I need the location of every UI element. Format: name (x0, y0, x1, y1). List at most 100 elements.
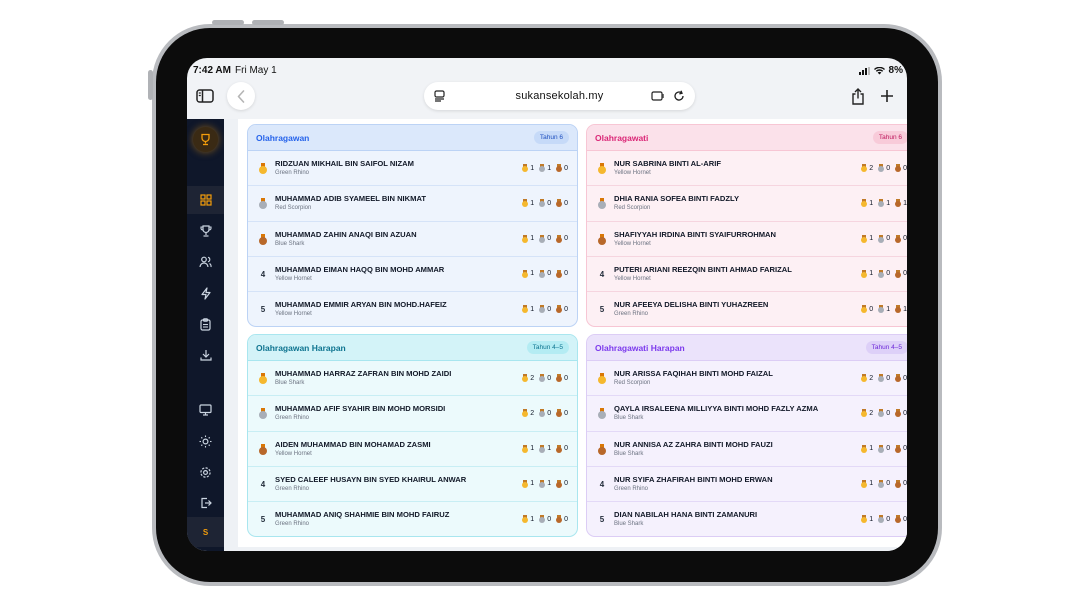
reload-icon[interactable] (673, 90, 685, 102)
gold-medal-icon (522, 515, 529, 524)
athlete-row[interactable]: RIDZUAN MIKHAIL BIN SAIFOL NIZAM Green Rh… (248, 151, 577, 187)
athlete-row[interactable]: 5 DIAN NABILAH HANA BINTI ZAMANURI Blue Sh… (587, 502, 907, 536)
main-content: Olahragawan Tahun 6 RIDZUAN MIKHAIL BIN … (224, 119, 907, 551)
athlete-row[interactable]: MUHAMMAD ADIB SYAMEEL BIN NIKMAT Red Scor… (248, 186, 577, 222)
nav-settings[interactable] (187, 458, 224, 486)
card-title: Olahragawan Harapan (256, 343, 346, 353)
gold-count: 1 (530, 515, 535, 523)
medal-tally: 1 0 0 (522, 234, 571, 243)
athlete-row[interactable]: MUHAMMAD ZAHIN ANAQI BIN AZUAN Blue Shark… (248, 222, 577, 257)
silver-count: 0 (886, 515, 891, 523)
card-badge: Tahun 6 (533, 131, 569, 144)
gold-count: 1 (869, 235, 874, 243)
athlete-row[interactable]: NUR ARISSA FAQIHAH BINTI MOHD FAIZAL Red … (587, 361, 907, 397)
athlete-row[interactable]: 4 NUR SYIFA ZHAFIRAH BINTI MOHD ERWAN Gree… (587, 467, 907, 503)
bronze-medal-icon (556, 269, 563, 278)
medal-tally: 1 0 0 (861, 269, 907, 278)
silver-medal-icon (539, 234, 546, 243)
app-sidebar: S (187, 119, 224, 551)
athlete-row[interactable]: 5 MUHAMMAD EMMIR ARYAN BIN MOHD.HAFEIZ Yel… (248, 292, 577, 326)
bronze-medal-icon (556, 305, 563, 314)
leaderboard-panel: Olahragawan Tahun 6 RIDZUAN MIKHAIL BIN … (238, 119, 907, 547)
bronze-medal-icon (895, 269, 902, 278)
clipboard-icon (200, 317, 211, 331)
athlete-row[interactable]: 4 PUTERI ARIANI REEZQIN BINTI AHMAD FARIZ… (587, 257, 907, 293)
athlete-row[interactable]: NUR SABRINA BINTI AL-ARIF Yellow Hornet 2 0… (587, 151, 907, 187)
athlete-row[interactable]: 4 SYED CALEEF HUSAYN BIN SYED KHAIRUL ANW… (248, 467, 577, 503)
nav-trophy[interactable] (187, 217, 224, 245)
card-olahragawan: Olahragawan Tahun 6 RIDZUAN MIKHAIL BIN … (247, 124, 578, 327)
athlete-row[interactable]: MUHAMMAD AFIF SYAHIR BIN MOHD MORSIDI Gre… (248, 396, 577, 432)
bronze-count: 0 (564, 445, 568, 453)
athlete-row[interactable]: QAYLA IRSALEENA MILLIYYA BINTI MOHD FAZL… (587, 396, 907, 432)
gold-medal-icon (861, 479, 868, 488)
athlete-row[interactable]: AIDEN MUHAMMAD BIN MOHAMAD ZASMI Yellow H… (248, 432, 577, 467)
gold-count: 1 (869, 270, 874, 278)
gold-count: 1 (869, 515, 874, 523)
gold-medal-icon (522, 374, 529, 382)
gold-medal-icon (522, 444, 529, 453)
bronze-medal-icon (895, 515, 902, 524)
athlete-name: SYED CALEEF HUSAYN BIN SYED KHAIRUL ANWA… (275, 474, 467, 484)
silver-medal-icon (539, 444, 546, 453)
nav-theme[interactable] (187, 427, 224, 455)
silver-medal-icon (878, 444, 885, 453)
gear-icon (200, 466, 211, 478)
gold-medal-icon (522, 164, 529, 172)
sidebar-toggle-button[interactable] (191, 82, 219, 110)
new-tab-button[interactable] (873, 82, 901, 110)
gold-count: 1 (530, 305, 535, 313)
silver-count: 0 (886, 270, 891, 278)
nav-download[interactable] (187, 341, 224, 369)
nav-reports[interactable] (187, 310, 224, 338)
bronze-medal-icon (556, 444, 563, 453)
team-name: Yellow Hornet (275, 450, 312, 457)
user-avatar[interactable]: S (187, 517, 224, 547)
nav-display[interactable] (187, 396, 224, 424)
nav-dashboard[interactable] (187, 186, 224, 214)
nav-users[interactable] (187, 248, 224, 276)
card-header: Olahragawan Tahun 6 (248, 125, 577, 151)
athlete-name: RIDZUAN MIKHAIL BIN SAIFOL NIZAM (275, 159, 414, 168)
address-bar[interactable]: sukansekolah.my (424, 82, 695, 110)
card-badge: Tahun 6 (872, 131, 907, 144)
card-olahragawan-harapan: Olahragawan Harapan Tahun 4–5 MUHAMMAD H… (247, 334, 578, 537)
bronze-count: 1 (903, 199, 907, 207)
silver-count: 0 (547, 270, 552, 278)
athlete-row[interactable]: MUHAMMAD HARRAZ ZAFRAN BIN MOHD ZAIDI Blu… (248, 361, 577, 397)
athlete-row[interactable]: 5 NUR AFEEYA DELISHA BINTI YUHAZREEN Green… (587, 292, 907, 326)
silver-medal-icon (539, 305, 546, 314)
extension-icon[interactable] (651, 90, 665, 102)
battery-level: 8% (888, 65, 903, 76)
rank-number: 4 (599, 269, 605, 279)
athlete-row[interactable]: 5 MUHAMMAD ANIQ SHAHMIE BIN MOHD FAIRUZ Gr… (248, 502, 577, 536)
share-button[interactable] (844, 82, 872, 110)
bronze-medal-icon (597, 443, 607, 456)
status-time: 7:42 AM (193, 65, 231, 76)
nav-logout[interactable] (187, 489, 224, 517)
silver-medal-icon (539, 515, 546, 524)
silver-medal-icon (539, 374, 546, 382)
bronze-medal-icon (556, 409, 563, 418)
silver-count: 0 (886, 480, 891, 488)
athlete-name: MUHAMMAD AFIF SYAHIR BIN MOHD MORSIDI (275, 404, 446, 414)
medal-tally: 1 0 0 (861, 444, 907, 453)
athlete-name: MUHAMMAD EIMAN HAQQ BIN MOHD AMMAR (275, 264, 445, 274)
nav-activity[interactable] (187, 279, 224, 307)
app-logo[interactable] (193, 127, 218, 152)
card-olahragawati: Olahragawati Tahun 6 NUR SABRINA BINTI A… (586, 124, 907, 327)
silver-count: 0 (547, 199, 552, 207)
bronze-count: 0 (564, 409, 568, 417)
athlete-row[interactable]: SHAFIYYAH IRDINA BINTI SYAIFURROHMAN Yell… (587, 222, 907, 257)
athlete-row[interactable]: NUR ANNISA AZ ZAHRA BINTI MOHD FAUZI Blue… (587, 432, 907, 467)
bronze-count: 0 (903, 164, 907, 172)
athlete-row[interactable]: DHIA RANIA SOFEA BINTI FADZLY Red Scorpio… (587, 186, 907, 222)
bronze-count: 0 (564, 305, 568, 313)
gold-count: 1 (869, 480, 874, 488)
athlete-row[interactable]: 4 MUHAMMAD EIMAN HAQQ BIN MOHD AMMAR Yello… (248, 257, 577, 293)
bronze-medal-icon (556, 515, 563, 524)
silver-count: 1 (547, 480, 552, 488)
athlete-name: NUR AFEEYA DELISHA BINTI YUHAZREEN (614, 300, 769, 310)
silver-count: 0 (547, 409, 552, 417)
back-button[interactable] (227, 82, 255, 110)
